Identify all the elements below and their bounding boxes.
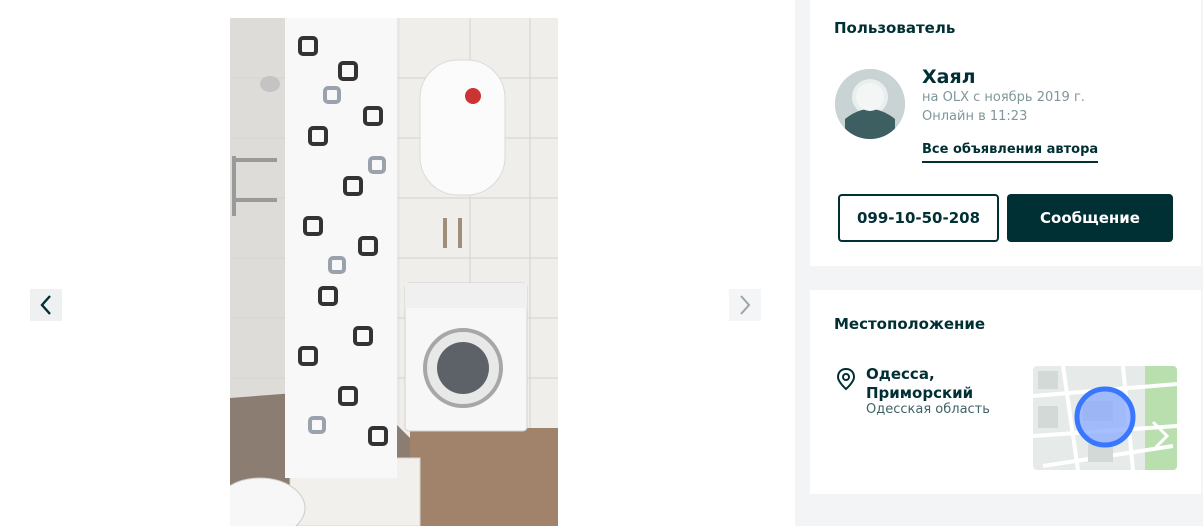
user-section-title: Пользователь xyxy=(834,19,956,37)
district-line: Приморский xyxy=(866,384,974,402)
seller-name: Хаял xyxy=(922,66,976,88)
location-card: Местоположение Одесса, Приморский Одесск… xyxy=(810,290,1201,494)
image-gallery xyxy=(0,0,795,526)
location-section-title: Местоположение xyxy=(834,315,986,333)
message-button[interactable]: Сообщение xyxy=(1007,194,1173,242)
member-since: на OLX с ноябрь 2019 г. xyxy=(922,90,1085,105)
prev-photo-button[interactable] xyxy=(30,289,62,321)
next-photo-button[interactable] xyxy=(729,289,761,321)
listing-photo[interactable] xyxy=(230,18,558,526)
seller-card: Пользователь Хаял на OLX с ноябрь 2019 г… xyxy=(810,0,1201,266)
phone-button[interactable]: 099-10-50-208 xyxy=(838,194,999,242)
avatar[interactable] xyxy=(835,69,905,139)
region-name: Одесская область xyxy=(866,402,990,417)
user-avatar-icon xyxy=(835,69,905,139)
chevron-left-icon xyxy=(40,295,51,315)
all-ads-link[interactable]: Все объявления автора xyxy=(922,142,1099,163)
location-pin-icon xyxy=(836,367,856,391)
last-online: Онлайн в 11:23 xyxy=(922,109,1028,124)
city-name: Одесса, Приморский xyxy=(866,365,973,403)
city-line: Одесса, xyxy=(866,365,935,383)
location-map[interactable] xyxy=(1033,366,1177,470)
chevron-right-icon xyxy=(740,295,751,315)
